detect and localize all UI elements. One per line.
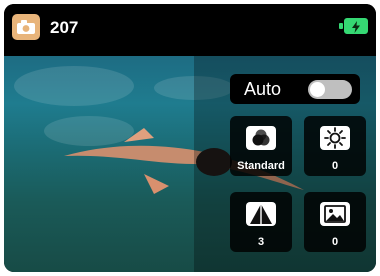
camera-icon[interactable] <box>12 14 40 40</box>
brightness-icon <box>320 126 350 150</box>
sharpness-icon <box>246 202 276 226</box>
camera-screen: 207 Auto Standard 0 3 0 <box>4 4 376 272</box>
sharpness-tile[interactable]: 3 <box>230 192 292 252</box>
image-adjust-tile[interactable]: 0 <box>304 192 366 252</box>
battery-charging-icon <box>344 18 368 34</box>
auto-toggle[interactable] <box>308 80 352 99</box>
color-filter-icon <box>246 126 276 150</box>
brightness-tile[interactable]: 0 <box>304 116 366 176</box>
color-mode-value: Standard <box>237 160 285 172</box>
image-adjust-value: 0 <box>331 236 339 248</box>
sharpness-value: 3 <box>257 236 265 248</box>
auto-toggle-panel: Auto <box>230 74 360 104</box>
auto-label: Auto <box>244 79 282 99</box>
battery-tip <box>339 23 343 29</box>
brightness-value: 0 <box>331 160 339 172</box>
shot-count: 207 <box>50 18 79 37</box>
image-icon <box>320 202 350 226</box>
toggle-knob <box>310 82 325 97</box>
color-mode-tile[interactable]: Standard <box>230 116 292 176</box>
status-bar: 207 <box>4 4 376 56</box>
